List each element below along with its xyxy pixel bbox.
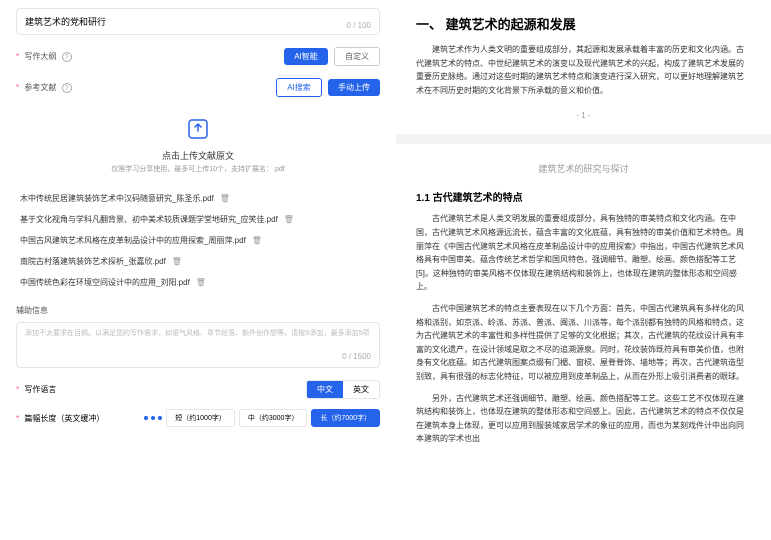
aux-counter: 0 / 1500	[342, 351, 371, 363]
article-h2: 一、 建筑艺术的起源和发展	[416, 14, 751, 33]
language-row: * 写作语言 中文 英文	[16, 380, 380, 399]
upload-icon	[186, 117, 210, 141]
outline-label: 写作大纲	[24, 52, 56, 61]
article-preview: 一、 建筑艺术的起源和发展 建筑艺术作为人类文明的重要组成部分，其起源和发展承载…	[396, 0, 771, 540]
custom-button[interactable]: 自定义	[334, 47, 380, 66]
page-indicator: - 1 -	[416, 111, 751, 120]
article-center-subtitle: 建筑艺术的研究与探讨	[416, 162, 751, 175]
ai-generate-button[interactable]: AI智能	[284, 48, 328, 65]
article-paragraph: 另外，古代建筑艺术还强调细节、雕塑、绘画、颜色搭配等工艺。这些工艺不仅体现在建筑…	[416, 392, 751, 446]
delete-icon[interactable]: 🗑	[252, 236, 262, 245]
length-mid-button[interactable]: 中（约3000字）	[239, 409, 308, 427]
delete-icon[interactable]: 🗑	[220, 194, 230, 203]
article-h3: 1.1 古代建筑艺术的特点	[416, 189, 751, 204]
style-label: 写作语言	[24, 385, 56, 394]
required-mark: *	[16, 414, 19, 423]
file-item: 中国古风建筑艺术风格在皮革制品设计中的应用探索_周丽萍.pdf 🗑	[20, 230, 376, 251]
ai-search-button[interactable]: AI搜索	[276, 78, 322, 97]
delete-icon[interactable]: 🗑	[284, 215, 294, 224]
refs-label: 参考文献	[24, 83, 56, 92]
article-paragraph: 建筑艺术作为人类文明的重要组成部分，其起源和发展承载着丰富的历史和文化内涵。古代…	[416, 43, 751, 97]
required-mark: *	[16, 52, 19, 61]
dropzone-subtitle: 仅限学习分享使用，最多可上传10个，支持扩展名：.pdf	[16, 164, 380, 174]
file-item: 中国传统色彩在环境空间设计中的应用_刘阳.pdf 🗑	[20, 272, 376, 293]
aux-placeholder: 添加不太要求在目纲。以满足您的写作需求，如语气风格、章节段落、额外创作想等。请按…	[25, 330, 370, 337]
file-item: 基于文化视角与学科凡翻背景、初中美术较质课题学堂地研究_应笑佳.pdf 🗑	[20, 209, 376, 230]
article-paragraph: 古代中国建筑艺术的特点主要表现在以下几个方面：首先，中国古代建筑具有多样化的风格…	[416, 302, 751, 384]
file-item: 木中传统民居建筑装饰艺术中汉码随意研究_陈圣乐.pdf 🗑	[20, 188, 376, 209]
length-row: * 篇幅长度（英文缓冲） 短（约1000字） 中（约3000字） 长（约7000…	[16, 409, 380, 427]
length-long-button[interactable]: 长（约7000字）	[311, 409, 380, 427]
length-label: 篇幅长度（英文缓冲）	[24, 414, 104, 423]
delete-icon[interactable]: 🗑	[172, 257, 182, 266]
required-mark: *	[16, 385, 19, 394]
info-icon[interactable]: ?	[62, 83, 72, 93]
file-list: 木中传统民居建筑装饰艺术中汉码随意研究_陈圣乐.pdf 🗑 基于文化视角与学科凡翻…	[16, 188, 380, 293]
language-toggle: 中文 英文	[306, 380, 380, 399]
aux-section: 辅助信息 添加不太要求在目纲。以满足您的写作需求，如语气风格、章节段落、额外创作…	[16, 305, 380, 368]
lang-en-button[interactable]: 英文	[343, 381, 379, 398]
file-name: 木中传统民居建筑装饰艺术中汉码随意研究_陈圣乐.pdf	[20, 193, 214, 204]
file-name: 中国古风建筑艺术风格在皮革制品设计中的应用探索_周丽萍.pdf	[20, 235, 246, 246]
page-separator	[396, 134, 771, 144]
aux-textarea[interactable]: 添加不太要求在目纲。以满足您的写作需求，如语气风格、章节段落、额外创作想等。请按…	[16, 322, 380, 368]
delete-icon[interactable]: 🗑	[196, 278, 206, 287]
article-paragraph: 古代建筑艺术是人类文明发展的重要组成部分，具有独特的审美特点和文化内涵。在中国，…	[416, 212, 751, 294]
scroll-dots	[144, 416, 162, 420]
manual-upload-button[interactable]: 手动上传	[328, 79, 380, 96]
title-counter: 0 / 100	[347, 21, 371, 30]
upload-dropzone[interactable]: 点击上传文献原文 仅限学习分享使用，最多可上传10个，支持扩展名：.pdf	[16, 103, 380, 188]
length-short-button[interactable]: 短（约1000字）	[166, 409, 235, 427]
lang-cn-button[interactable]: 中文	[307, 381, 343, 398]
required-mark: *	[16, 83, 19, 92]
title-input-value: 建筑艺术的党和研行	[25, 17, 106, 27]
outline-section: * 写作大纲 ? AI智能 自定义	[16, 47, 380, 66]
file-name: 南院古村落建筑装饰艺术探析_张嘉欣.pdf	[20, 256, 166, 267]
dropzone-title: 点击上传文献原文	[16, 149, 380, 162]
aux-label: 辅助信息	[16, 305, 48, 316]
file-item: 南院古村落建筑装饰艺术探析_张嘉欣.pdf 🗑	[20, 251, 376, 272]
file-name: 基于文化视角与学科凡翻背景、初中美术较质课题学堂地研究_应笑佳.pdf	[20, 214, 278, 225]
references-section: * 参考文献 ? AI搜索 手动上传 点击上传文献原文 仅限学习分享使用，最多可…	[16, 78, 380, 293]
file-name: 中国传统色彩在环境空间设计中的应用_刘阳.pdf	[20, 277, 190, 288]
title-input-row[interactable]: 建筑艺术的党和研行 0 / 100	[16, 8, 380, 35]
info-icon[interactable]: ?	[62, 52, 72, 62]
